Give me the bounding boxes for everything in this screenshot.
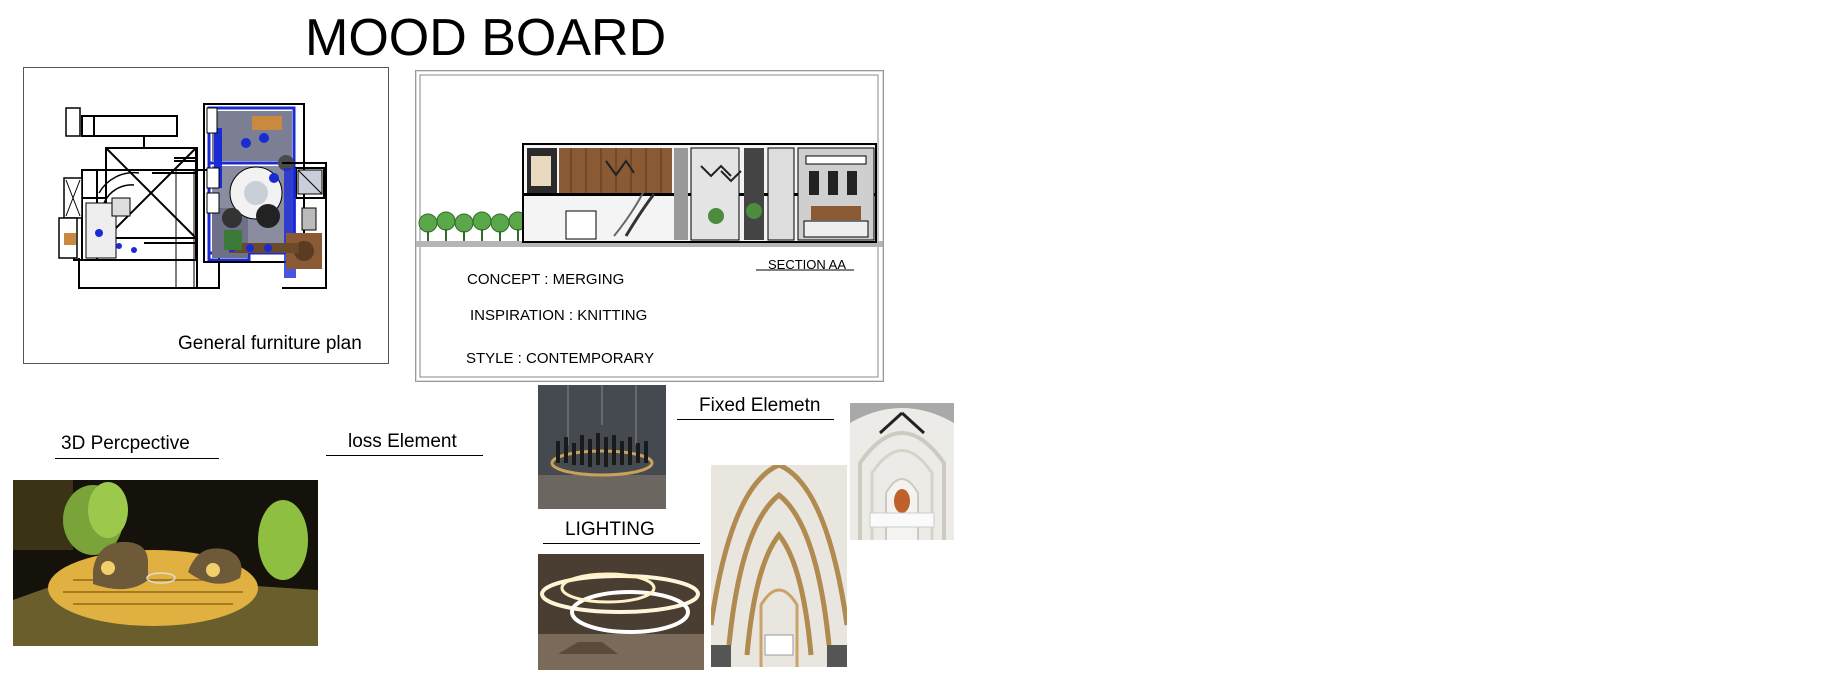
gold-arches-photo — [711, 465, 847, 667]
gold-arches-image — [711, 465, 847, 667]
lighting-caption-text: LIGHTING — [565, 519, 655, 540]
loose-element-caption: loss Element — [326, 431, 483, 456]
perspective-caption: 3D Percpective — [55, 433, 219, 459]
ring-light-photo — [538, 554, 704, 670]
board-title: MOOD BOARD — [305, 9, 667, 67]
concept-text: CONCEPT : MERGING — [467, 271, 625, 288]
loose-element-caption-text: loss Element — [348, 431, 457, 452]
plan-caption: General furniture plan — [178, 333, 362, 354]
perspective-render-image — [13, 480, 318, 646]
ring-light-image — [538, 554, 704, 670]
style-text: STYLE : CONTEMPORARY — [466, 350, 655, 367]
chandelier-photo — [538, 385, 666, 509]
chandelier-image — [538, 385, 666, 509]
furniture-plan-drawing — [58, 103, 327, 289]
furniture-plan-panel: General furniture plan — [23, 67, 389, 364]
perspective-caption-text: 3D Percpective — [61, 433, 190, 454]
section-label: SECTION AA — [768, 257, 847, 272]
inspiration-text: INSPIRATION : KNITTING — [470, 307, 648, 324]
fixed-element-caption-text: Fixed Elemetn — [699, 395, 821, 416]
fixed-element-caption: Fixed Elemetn — [677, 395, 834, 420]
arched-hall-image — [850, 403, 954, 540]
arched-hall-photo — [850, 403, 954, 540]
perspective-render-photo — [13, 480, 318, 646]
lighting-caption: LIGHTING — [543, 519, 700, 544]
section-aa-drawing — [416, 74, 883, 378]
section-panel: SECTION AA CONCEPT : MERGING INSPIRATION… — [415, 70, 884, 382]
